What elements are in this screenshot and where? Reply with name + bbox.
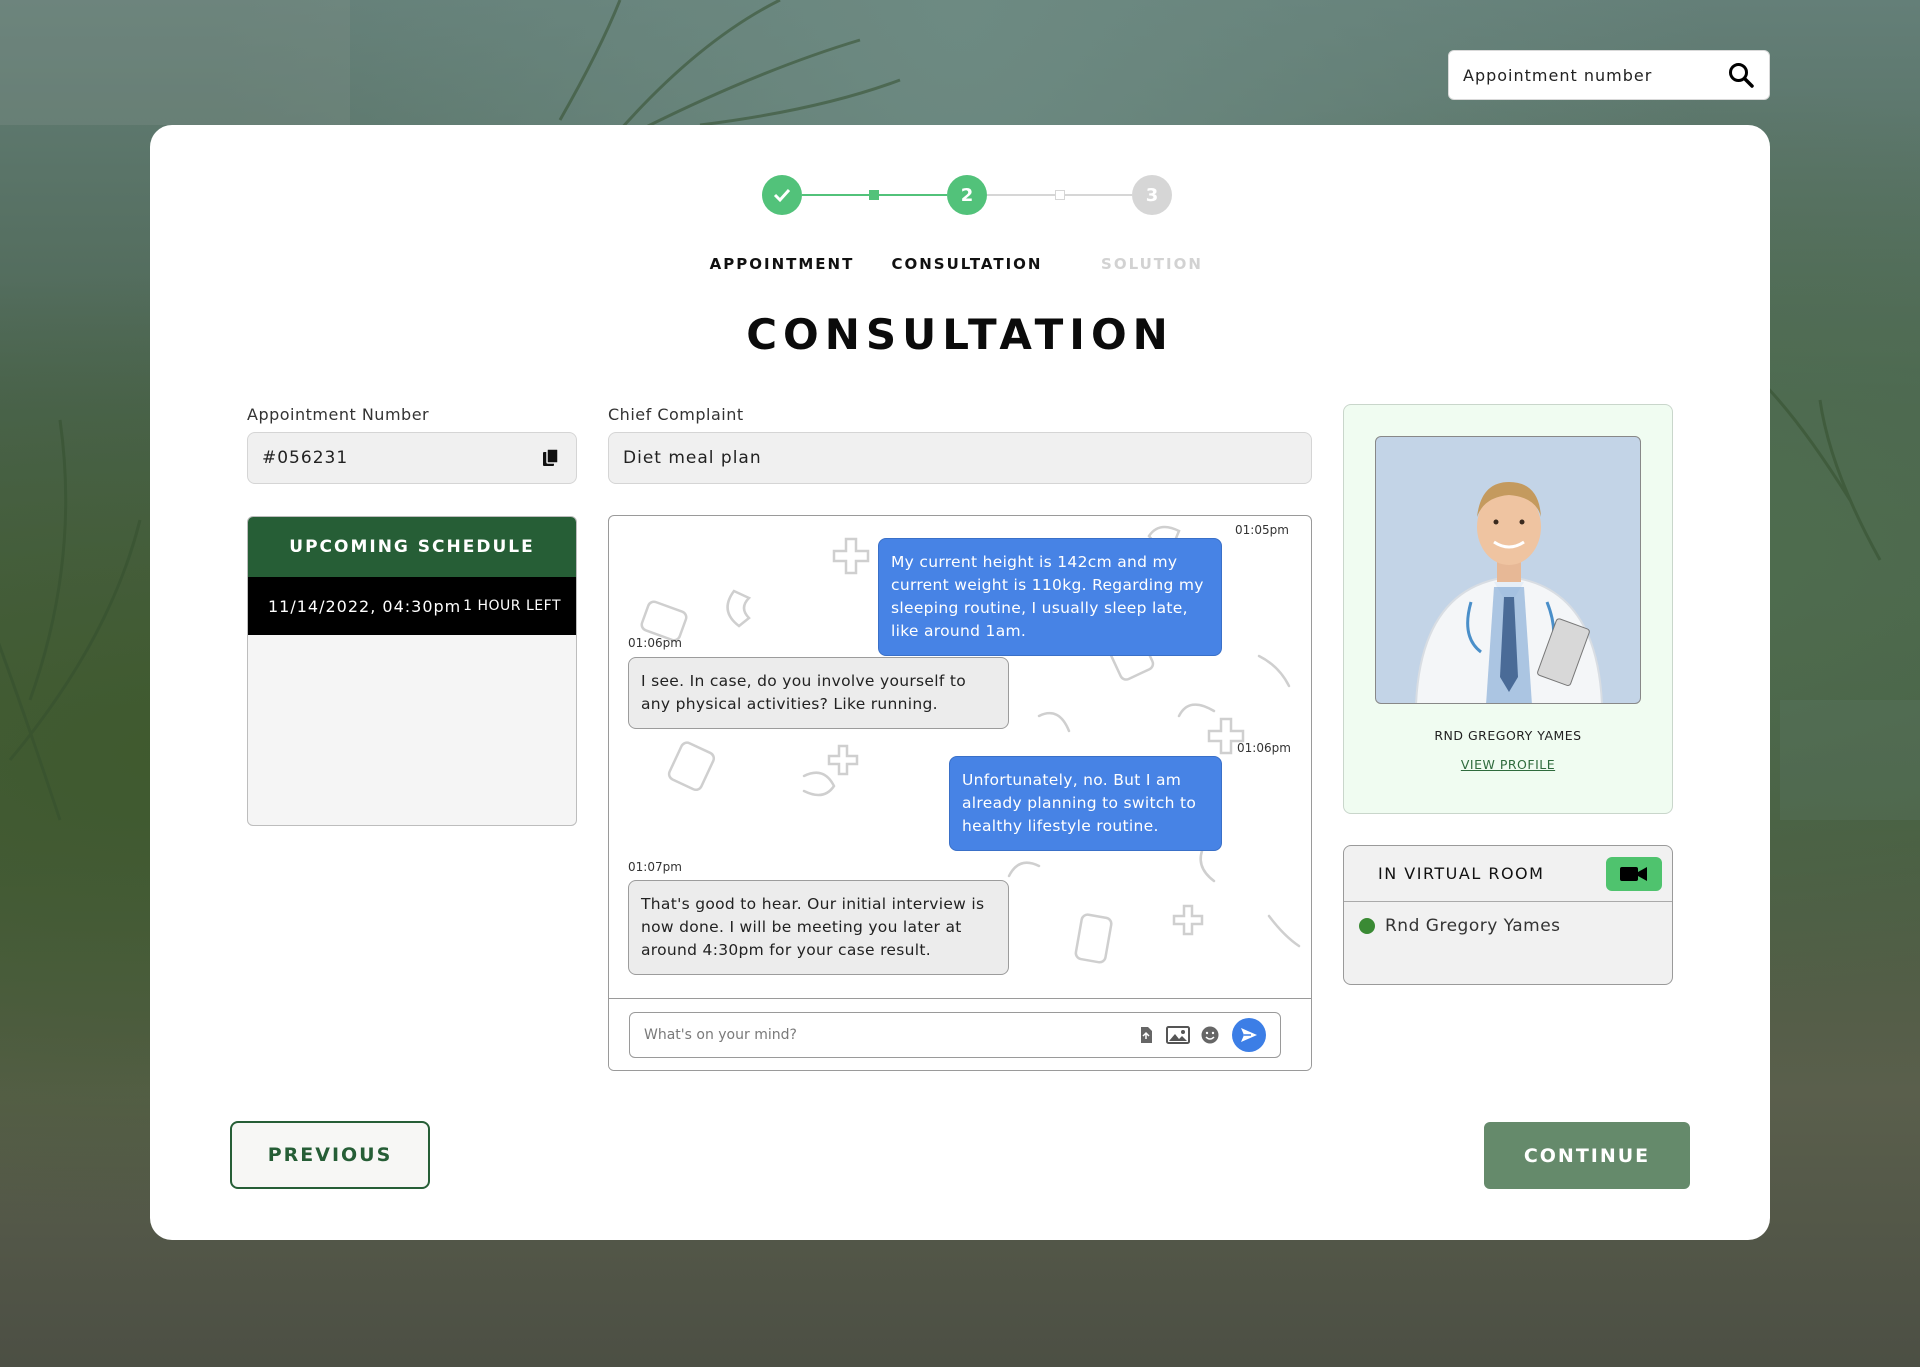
chief-complaint-value: Diet meal plan xyxy=(623,448,762,468)
schedule-date: 11/14/2022, 04:30pm xyxy=(268,596,462,616)
chief-complaint-field[interactable]: Diet meal plan xyxy=(608,432,1312,484)
chief-complaint-label: Chief Complaint xyxy=(608,405,744,424)
upcoming-schedule-title: UPCOMING SCHEDULE xyxy=(248,517,576,577)
send-icon xyxy=(1241,1028,1257,1042)
continue-button[interactable]: CONTINUE xyxy=(1484,1122,1690,1189)
message-input[interactable] xyxy=(644,1027,1126,1043)
video-camera-icon xyxy=(1620,866,1647,881)
virtual-room-member: Rnd Gregory Yames xyxy=(1344,902,1672,936)
chat-input-box[interactable] xyxy=(629,1012,1281,1058)
virtual-room-title: IN VIRTUAL ROOM xyxy=(1378,864,1545,883)
progress-stepper: 2 3 APPOINTMENT CONSULTATION SOLUTION xyxy=(150,175,1770,273)
check-icon xyxy=(773,188,791,203)
schedule-item[interactable]: 11/14/2022, 04:30pm 1 HOUR LEFT xyxy=(248,577,576,635)
video-call-button[interactable] xyxy=(1606,856,1662,891)
chat-panel: 01:05pm My current height is 142cm and m… xyxy=(608,515,1312,1071)
image-icon[interactable] xyxy=(1166,1025,1190,1045)
step-consultation-marker: 2 xyxy=(947,175,987,215)
emoji-icon[interactable] xyxy=(1200,1025,1220,1045)
virtual-room-header: IN VIRTUAL ROOM xyxy=(1344,846,1672,902)
search-icon[interactable] xyxy=(1727,61,1755,89)
view-profile-link[interactable]: VIEW PROFILE xyxy=(1344,757,1672,772)
virtual-room-panel: IN VIRTUAL ROOM Rnd Gregory Yames xyxy=(1343,845,1673,985)
doctor-name: RND GREGORY YAMES xyxy=(1434,728,1582,743)
step-solution-marker: 3 xyxy=(1132,175,1172,215)
chat-message-outgoing: Unfortunately, no. But I am already plan… xyxy=(949,756,1222,851)
step-label-appointment: APPOINTMENT xyxy=(709,255,855,273)
appointment-search[interactable] xyxy=(1448,50,1770,100)
attach-file-icon[interactable] xyxy=(1136,1025,1156,1045)
chat-message-incoming: I see. In case, do you involve yourself … xyxy=(628,657,1009,729)
search-input[interactable] xyxy=(1463,65,1727,85)
message-time: 01:06pm xyxy=(1237,741,1291,755)
upcoming-schedule-panel: UPCOMING SCHEDULE 11/14/2022, 04:30pm 1 … xyxy=(247,516,577,826)
message-time: 01:05pm xyxy=(1235,523,1289,537)
send-button[interactable] xyxy=(1232,1018,1266,1052)
member-name: Rnd Gregory Yames xyxy=(1385,916,1561,936)
chat-message-outgoing: My current height is 142cm and my curren… xyxy=(878,538,1222,656)
appointment-number-field: #056231 xyxy=(247,432,577,484)
appointment-number-label: Appointment Number xyxy=(247,405,430,424)
copy-icon[interactable] xyxy=(540,447,562,469)
doctor-portrait xyxy=(1415,482,1603,703)
doctor-photo xyxy=(1375,436,1641,704)
step-label-consultation: CONSULTATION xyxy=(891,255,1043,273)
step-appointment-check-icon xyxy=(762,175,802,215)
chat-messages: 01:05pm My current height is 142cm and m… xyxy=(609,516,1311,998)
consultation-card: 2 3 APPOINTMENT CONSULTATION SOLUTION CO… xyxy=(150,125,1770,1240)
step-connector-dot-1 xyxy=(869,190,879,200)
step-connector-dot-2 xyxy=(1055,190,1065,200)
step-label-solution: SOLUTION xyxy=(1101,255,1203,273)
page-title: CONSULTATION xyxy=(746,310,1174,359)
schedule-time-left: 1 HOUR LEFT xyxy=(463,598,561,614)
doctor-card: RND GREGORY YAMES VIEW PROFILE xyxy=(1343,404,1673,814)
online-status-icon xyxy=(1359,918,1375,934)
previous-button[interactable]: PREVIOUS xyxy=(230,1121,430,1189)
chat-message-incoming: That's good to hear. Our initial intervi… xyxy=(628,880,1009,975)
chat-composer xyxy=(609,998,1311,1070)
message-time: 01:06pm xyxy=(628,636,682,650)
message-time: 01:07pm xyxy=(628,860,682,874)
appointment-number-value: #056231 xyxy=(262,448,349,468)
